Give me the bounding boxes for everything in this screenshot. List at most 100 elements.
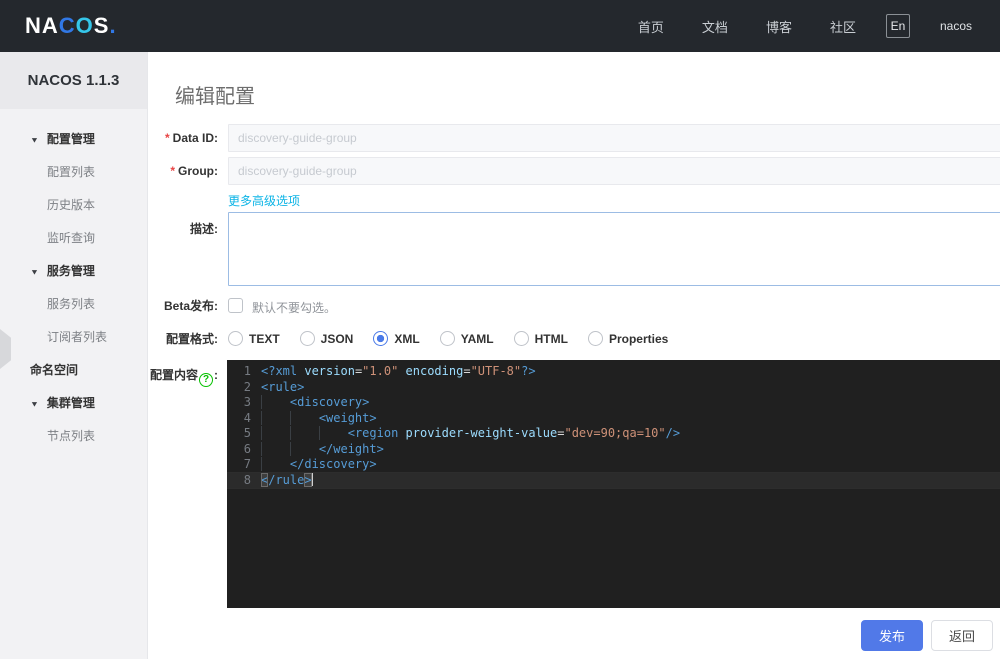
sidebar-item-配置列表[interactable]: 配置列表	[0, 156, 147, 189]
code-token	[261, 457, 290, 471]
format-radio-group: TEXT JSON XML YAML HTML Properties	[228, 331, 688, 346]
line-number: 6	[243, 441, 251, 456]
sidebar-menu: ▼ 配置管理 配置列表 历史版本 监听查询 ▼ 服务管理 服务列表 订阅者列表 命名空间 ▼ 集群管理…	[0, 109, 147, 453]
code-token: <?xml	[261, 364, 305, 378]
sidebar-item-label: 服务列表	[47, 297, 96, 311]
code-token: </weight>	[318, 441, 384, 456]
help-icon[interactable]: ?	[199, 372, 213, 387]
footer-actions: 发布 返回	[860, 620, 993, 651]
top-nav-item-2[interactable]: 博客	[766, 17, 792, 36]
description-label: 描述:	[190, 222, 218, 236]
sidebar-item-label: 服务管理	[46, 264, 95, 278]
code-token	[289, 441, 319, 456]
required-mark: *	[164, 131, 170, 145]
top-nav: 首页 文档 博客 社区 En nacos	[600, 14, 1000, 38]
code-token: <weight>	[318, 410, 377, 425]
top-nav-item-3[interactable]: 社区	[830, 17, 856, 36]
nacos-logo[interactable]: NACOS.	[25, 13, 117, 39]
code-line-3: 3 <discovery>	[227, 395, 1000, 411]
code-text: <rule>	[261, 380, 304, 396]
group-row: * Group:	[148, 157, 1000, 185]
code-token	[318, 426, 348, 440]
code-token: <region	[347, 426, 406, 440]
publish-button[interactable]: 发布	[860, 620, 923, 651]
back-button[interactable]: 返回	[930, 620, 993, 651]
format-radio-yaml[interactable]: YAML	[439, 331, 494, 346]
format-radio-xml[interactable]: XML	[373, 331, 420, 346]
code-line-2: 2 <rule>	[227, 380, 1000, 396]
logo-letter: O	[75, 13, 94, 38]
code-token: /rule	[268, 472, 305, 487]
sidebar: NACOS 1.1.3 ▼ 配置管理 配置列表 历史版本 监听查询 ▼ 服务管理 服务列表 订阅…	[0, 52, 148, 659]
sidebar-item-服务列表[interactable]: 服务列表	[0, 288, 147, 321]
required-mark: *	[170, 164, 175, 178]
sidebar-item-服务管理[interactable]: ▼ 服务管理	[0, 255, 147, 288]
line-number: 8	[243, 472, 251, 487]
data-id-row: * Data ID:	[148, 124, 1000, 152]
top-nav-item-0[interactable]: 首页	[638, 17, 664, 36]
sidebar-item-命名空间[interactable]: 命名空间	[0, 354, 147, 387]
sidebar-item-label: 节点列表	[47, 429, 96, 443]
logo-letter: S	[93, 13, 110, 38]
format-radio-text[interactable]: TEXT	[228, 331, 280, 346]
sidebar-item-订阅者列表[interactable]: 订阅者列表	[0, 321, 147, 354]
code-token: />	[665, 426, 681, 440]
chevron-down-icon: ▼	[30, 135, 39, 145]
code-token	[289, 426, 319, 440]
code-token: >	[304, 472, 312, 487]
radio-label: TEXT	[249, 331, 280, 346]
code-token	[261, 441, 290, 456]
code-editor[interactable]: 1 <?xml version="1.0" encoding="UTF-8"?> 2…	[227, 360, 1000, 608]
group-input[interactable]	[228, 157, 1000, 185]
sidebar-item-节点列表[interactable]: 节点列表	[0, 420, 147, 453]
line-number: 7	[243, 457, 251, 471]
sidebar-item-监听查询[interactable]: 监听查询	[0, 222, 147, 255]
page-title: 编辑配置	[175, 86, 255, 108]
radio-circle-icon	[587, 331, 603, 346]
username[interactable]: nacos	[940, 19, 972, 33]
logo-letter: C	[58, 13, 76, 38]
sidebar-item-label: 监听查询	[47, 231, 96, 245]
line-number: 4	[243, 410, 251, 425]
more-advanced-options-link[interactable]: 更多高级选项	[228, 192, 300, 209]
code-text: </discovery>	[261, 457, 377, 473]
code-token: <rule>	[261, 379, 305, 394]
code-token: provider-weight-value	[405, 426, 558, 440]
nacos-console: NACOS. 首页 文档 博客 社区 En nacos NACOS 1.1.3 ▼ 配置…	[0, 0, 1000, 659]
sidebar-item-label: 集群管理	[46, 396, 95, 410]
code-text: </rule>	[261, 472, 313, 489]
code-token: </discovery>	[289, 457, 377, 471]
format-radio-properties[interactable]: Properties	[587, 331, 668, 346]
line-number: 5	[243, 426, 251, 440]
data-id-input[interactable]	[228, 124, 1000, 152]
format-radio-html[interactable]: HTML	[513, 331, 568, 346]
content-label: 配置内容?:	[149, 368, 218, 387]
sidebar-version: NACOS 1.1.3	[0, 52, 147, 109]
sidebar-item-配置管理[interactable]: ▼ 配置管理	[0, 123, 147, 156]
main-content: 编辑配置 *Data ID: *Group: 更多高级选项 描述: Beta发布…	[148, 52, 1000, 659]
format-row: 配置格式: TEXT JSON XML YAML HTML Properties	[148, 331, 1000, 347]
code-text: <weight>	[261, 410, 377, 427]
beta-checkbox[interactable]	[228, 298, 243, 313]
radio-label: YAML	[460, 331, 494, 346]
code-text: </weight>	[261, 441, 384, 458]
radio-label: JSON	[320, 331, 354, 346]
line-number: 1	[243, 364, 251, 378]
language-toggle-button[interactable]: En	[885, 14, 910, 38]
code-line-7: 7 </discovery>	[227, 457, 1000, 473]
top-bar: NACOS. 首页 文档 博客 社区 En nacos	[0, 0, 1000, 52]
sidebar-item-集群管理[interactable]: ▼ 集群管理	[0, 387, 147, 420]
description-row: 描述:	[148, 212, 1000, 286]
code-token: version	[304, 364, 355, 378]
sidebar-item-label: 命名空间	[30, 363, 79, 377]
sidebar-item-label: 配置列表	[47, 165, 96, 179]
sidebar-item-历史版本[interactable]: 历史版本	[0, 189, 147, 222]
format-radio-json[interactable]: JSON	[299, 331, 354, 346]
top-nav-item-1[interactable]: 文档	[702, 17, 728, 36]
code-token	[289, 410, 319, 425]
description-textarea[interactable]	[228, 212, 1000, 286]
code-token: "dev=90;qa=10"	[564, 426, 666, 440]
code-token	[261, 426, 290, 440]
logo-letter: NA	[25, 13, 59, 38]
